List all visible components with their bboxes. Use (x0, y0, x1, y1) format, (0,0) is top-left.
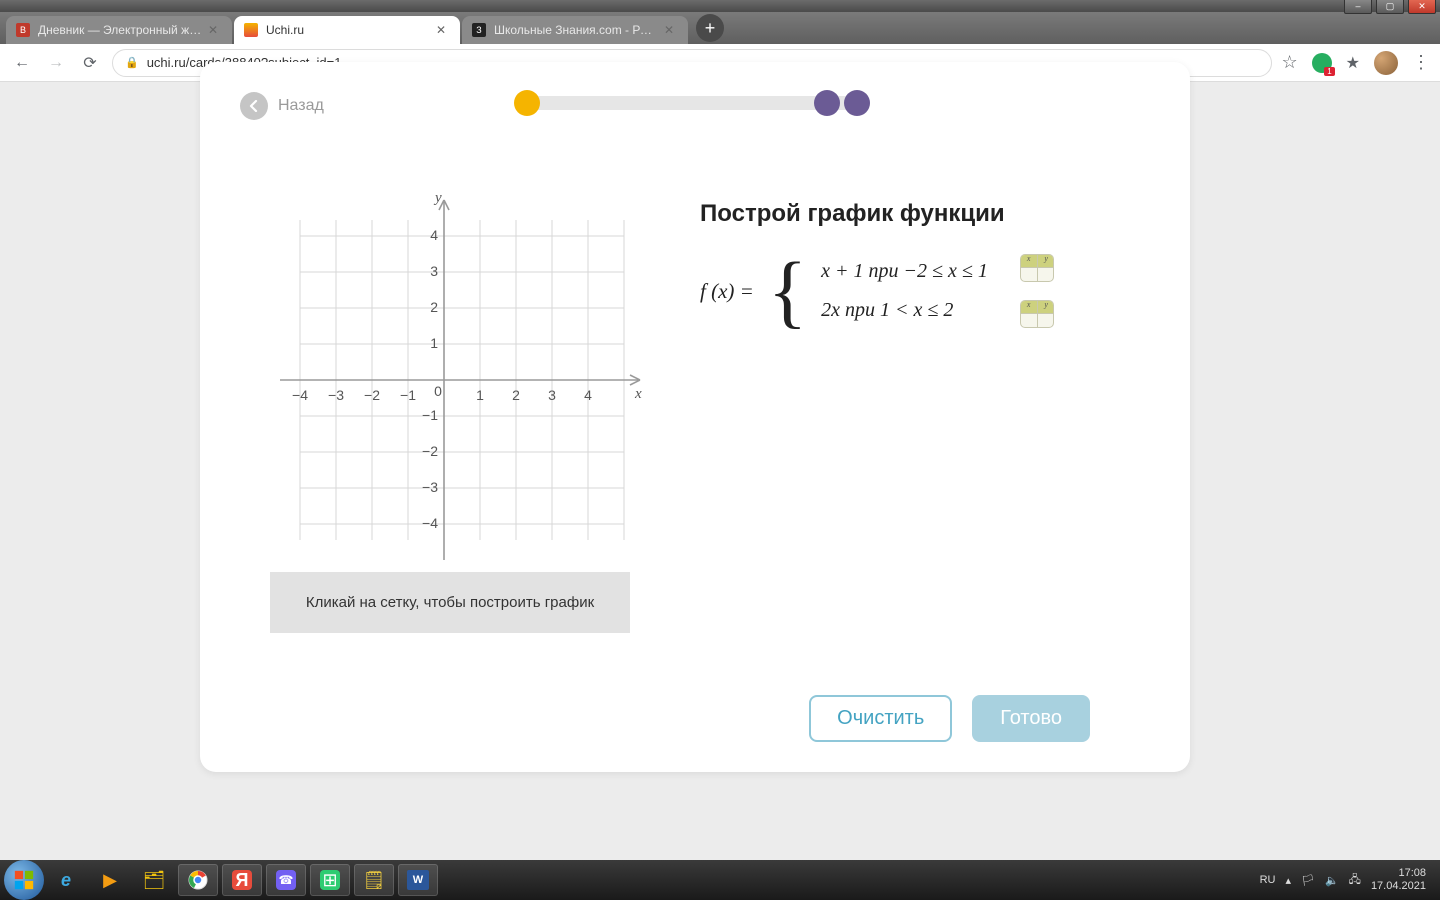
favicon: З (472, 23, 486, 37)
progress-dot[interactable] (814, 90, 840, 116)
tray-arrow-icon[interactable]: ▴ (1285, 874, 1291, 887)
tray-network-icon[interactable]: 🖧 (1349, 871, 1361, 890)
svg-text:3: 3 (430, 263, 438, 279)
svg-text:−2: −2 (364, 387, 380, 403)
taskbar-app-viber[interactable]: ☎ (266, 864, 306, 896)
tray-clock[interactable]: 17:08 17.04.2021 (1371, 867, 1426, 893)
axis-y-label: y (433, 190, 442, 206)
page-viewport: Назад (0, 82, 1440, 860)
svg-text:−3: −3 (422, 479, 438, 495)
back-button[interactable] (240, 92, 268, 120)
tab-close-icon[interactable]: ✕ (208, 23, 222, 37)
window-close-button[interactable]: ✕ (1408, 0, 1436, 14)
svg-text:1: 1 (430, 335, 438, 351)
bookmark-star-icon[interactable]: ☆ (1282, 52, 1298, 73)
window-minimize-button[interactable]: – (1344, 0, 1372, 14)
nav-back-button[interactable]: ← (10, 51, 34, 75)
windows-logo-icon (13, 869, 35, 891)
extension-icon[interactable]: 1 (1312, 53, 1332, 73)
nav-forward-button[interactable]: → (44, 51, 68, 75)
svg-text:4: 4 (584, 387, 592, 403)
progress-track (520, 96, 870, 110)
taskbar-app-ie[interactable]: e (46, 864, 86, 896)
brace-icon: { (768, 262, 807, 319)
window-titlebar: – ▢ ✕ (0, 0, 1440, 12)
piecewise-case: 2x npu 1 < x ≤ 2 (821, 299, 988, 322)
tray-time: 17:08 (1371, 867, 1426, 880)
browser-tab-active[interactable]: Uchi.ru ✕ (234, 16, 460, 44)
lesson-card: Назад (200, 62, 1190, 772)
taskbar-app-yandex[interactable]: Я (222, 864, 262, 896)
windows-taskbar: e ▶ 🗂 Я ☎ ⊞ 🗒 W RU ▴ 🏳 🔈 🖧 17:08 17.04.2… (0, 860, 1440, 900)
svg-text:2: 2 (430, 299, 438, 315)
chevron-left-icon (248, 100, 260, 112)
progress-dot-current[interactable] (514, 90, 540, 116)
system-tray: RU ▴ 🏳 🔈 🖧 17:08 17.04.2021 (1260, 867, 1436, 893)
taskbar-app[interactable]: ⊞ (310, 864, 350, 896)
svg-text:4: 4 (430, 227, 438, 243)
tab-close-icon[interactable]: ✕ (664, 23, 678, 37)
extension-badge: 1 (1324, 67, 1334, 76)
svg-text:−1: −1 (422, 407, 438, 423)
tab-title: Школьные Знания.com - Решае (494, 23, 658, 37)
piecewise-case: x + 1 npu −2 ≤ x ≤ 1 (821, 260, 988, 283)
svg-text:−2: −2 (422, 443, 438, 459)
table-button[interactable]: xy (1020, 300, 1054, 328)
done-button[interactable]: Готово (972, 695, 1090, 742)
tray-date: 17.04.2021 (1371, 880, 1426, 893)
nav-reload-button[interactable]: ⟳ (78, 51, 102, 75)
svg-text:−3: −3 (328, 387, 344, 403)
taskbar-app-explorer[interactable]: 🗂 (134, 864, 174, 896)
back-label: Назад (278, 97, 324, 115)
tab-title: Uchi.ru (266, 23, 430, 37)
tab-close-icon[interactable]: ✕ (436, 23, 450, 37)
tray-action-icon[interactable]: 🔈 (1325, 874, 1339, 887)
new-tab-button[interactable]: + (696, 14, 724, 42)
start-button[interactable] (4, 860, 44, 900)
lock-icon: 🔒 (125, 56, 139, 69)
favicon: В (16, 23, 30, 37)
taskbar-app-media[interactable]: ▶ (90, 864, 130, 896)
profile-avatar[interactable] (1374, 51, 1398, 75)
favicon (244, 23, 258, 37)
task-title: Построй график функции (700, 200, 1150, 228)
table-button[interactable]: xy (1020, 254, 1054, 282)
coordinate-grid[interactable]: y x −4 −3 −2 −1 0 1 2 3 4 (240, 180, 660, 580)
window-maximize-button[interactable]: ▢ (1376, 0, 1404, 14)
svg-text:2: 2 (512, 387, 520, 403)
browser-tab[interactable]: З Школьные Знания.com - Решае ✕ (462, 16, 688, 44)
taskbar-app-chrome[interactable] (178, 864, 218, 896)
svg-text:1: 1 (476, 387, 484, 403)
svg-text:0: 0 (434, 383, 442, 399)
svg-text:−4: −4 (422, 515, 438, 531)
svg-text:3: 3 (548, 387, 556, 403)
progress-dot[interactable] (844, 90, 870, 116)
tray-flag-icon[interactable]: 🏳 (1301, 874, 1315, 887)
svg-text:−1: −1 (400, 387, 416, 403)
tab-title: Дневник — Электронный журн (38, 23, 202, 37)
tray-lang[interactable]: RU (1260, 874, 1276, 886)
task-panel: Построй график функции f (x) = { x + 1 n… (700, 180, 1150, 580)
formula-lhs: f (x) = (700, 279, 754, 304)
extensions-puzzle-icon[interactable]: ★ (1346, 53, 1360, 73)
browser-tabstrip: В Дневник — Электронный журн ✕ Uchi.ru ✕… (0, 12, 1440, 44)
chrome-icon (188, 870, 208, 890)
taskbar-app-word[interactable]: W (398, 864, 438, 896)
axis-x-label: x (634, 386, 642, 402)
browser-menu-icon[interactable]: ⋮ (1412, 52, 1430, 73)
clear-button[interactable]: Очистить (809, 695, 952, 742)
taskbar-app-notes[interactable]: 🗒 (354, 864, 394, 896)
hint-tooltip: Кликай на сетку, чтобы построить график (270, 572, 630, 633)
svg-text:−4: −4 (292, 387, 308, 403)
browser-tab[interactable]: В Дневник — Электронный журн ✕ (6, 16, 232, 44)
